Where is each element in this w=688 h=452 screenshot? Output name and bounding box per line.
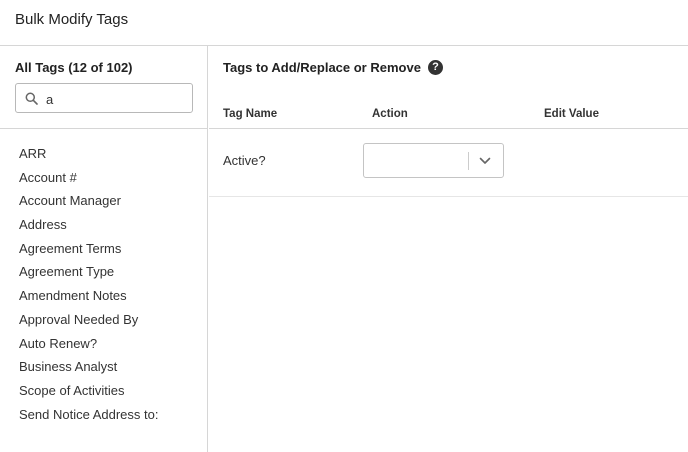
- column-header-action: Action: [372, 108, 408, 120]
- tag-list-item[interactable]: Amendment Notes: [19, 288, 158, 312]
- row-tag-name: Active?: [223, 153, 266, 168]
- tags-to-modify-panel: Tags to Add/Replace or Remove ? Tag Name…: [209, 46, 688, 452]
- tags-to-modify-heading-row: Tags to Add/Replace or Remove ?: [223, 60, 443, 75]
- all-tags-heading: All Tags (12 of 102): [15, 60, 133, 75]
- dialog-header: Bulk Modify Tags: [0, 0, 688, 46]
- tag-list-item[interactable]: Address: [19, 217, 158, 241]
- tag-list-item[interactable]: Scope of Activities: [19, 383, 158, 407]
- left-panel-divider: [0, 128, 208, 129]
- table-row-divider: [209, 196, 688, 197]
- tag-list-item[interactable]: Auto Renew?: [19, 336, 158, 360]
- tag-list-item[interactable]: ARR: [19, 146, 158, 170]
- tag-list-item[interactable]: Agreement Terms: [19, 241, 158, 265]
- search-icon: [25, 92, 38, 105]
- all-tags-panel: All Tags (12 of 102) ARRAccount #Account…: [0, 46, 208, 452]
- action-select[interactable]: [363, 143, 504, 178]
- tag-list: ARR Account # Account Manager Address Agreem…: [19, 146, 158, 430]
- tags-to-modify-heading: Tags to Add/Replace or Remove: [223, 60, 421, 75]
- tag-list-item[interactable]: Account #: [19, 170, 158, 194]
- tag-list-item[interactable]: Agreement Type: [19, 264, 158, 288]
- tag-list-item[interactable]: Business Analyst: [19, 359, 158, 383]
- column-header-edit-value: Edit Value: [544, 108, 599, 120]
- tag-search-box[interactable]: [15, 83, 193, 113]
- help-icon[interactable]: ?: [427, 60, 443, 75]
- tag-list-item[interactable]: Account Manager: [19, 193, 158, 217]
- select-separator: [468, 152, 469, 170]
- bulk-modify-tags-dialog: Bulk Modify Tags All Tags (12 of 102) AR…: [0, 0, 688, 452]
- chevron-down-icon[interactable]: [479, 156, 491, 166]
- column-header-tag-name: Tag Name: [223, 108, 278, 120]
- tag-list-item[interactable]: Send Notice Address to:: [19, 407, 158, 431]
- tag-list-item[interactable]: Approval Needed By: [19, 312, 158, 336]
- tag-search-input[interactable]: [46, 90, 186, 108]
- table-header-divider: [209, 128, 688, 129]
- dialog-title: Bulk Modify Tags: [15, 11, 129, 28]
